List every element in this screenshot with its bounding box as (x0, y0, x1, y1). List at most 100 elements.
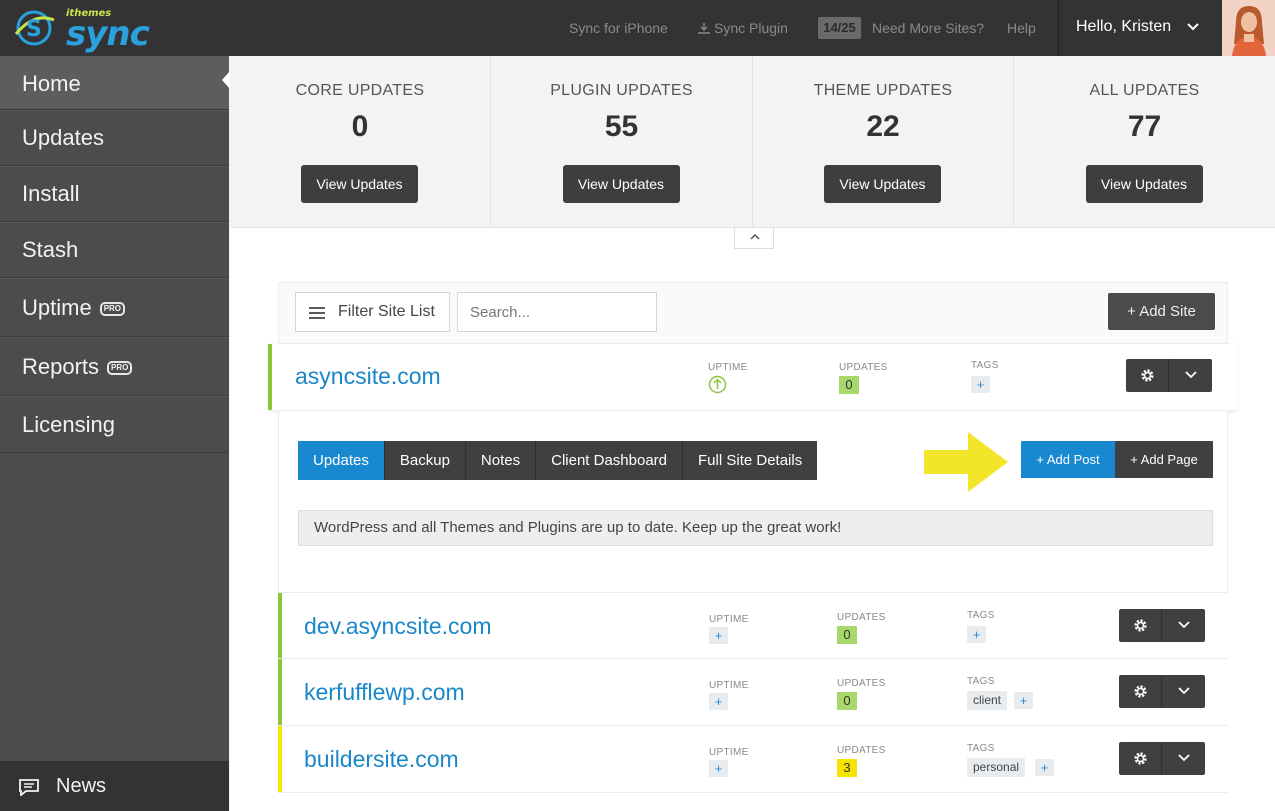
site-row-dev-asyncsite[interactable]: dev.asyncsite.com UPTIME + UPDATES 0 TAG… (278, 592, 1228, 659)
sidebar-item-reports[interactable]: Reports PRO (0, 337, 229, 396)
tab-full-site-details[interactable]: Full Site Details (683, 441, 818, 480)
ithemes-sync-logo[interactable]: S ithemes sync (12, 6, 152, 54)
view-updates-button[interactable]: View Updates (1085, 165, 1203, 203)
updates-count[interactable]: 3 (837, 759, 857, 777)
active-item-caret (222, 71, 230, 89)
add-tag-button[interactable]: + (1014, 692, 1033, 709)
sidebar: Home Updates Install Stash Uptime PRO Rep… (0, 56, 229, 811)
settings-button[interactable] (1119, 609, 1162, 642)
site-details-panel (278, 411, 1228, 592)
add-uptime-button[interactable]: + (709, 693, 728, 710)
site-row-buildersite[interactable]: buildersite.com UPTIME + UPDATES 3 TAGS … (278, 726, 1228, 793)
settings-button[interactable] (1126, 359, 1169, 392)
add-uptime-button[interactable]: + (709, 760, 728, 777)
filter-site-list-button[interactable]: Filter Site List (295, 292, 450, 332)
need-more-sites-link[interactable]: Need More Sites? (872, 0, 984, 56)
sidebar-item-label: Install (22, 181, 80, 206)
sync-for-iphone-link[interactable]: Sync for iPhone (569, 0, 668, 56)
download-icon (698, 23, 710, 34)
site-row-kerfufflewp[interactable]: kerfufflewp.com UPTIME + UPDATES 0 TAGS … (278, 659, 1228, 726)
gear-icon (1141, 369, 1154, 382)
stat-theme-updates: THEME UPDATES 22 View Updates (753, 56, 1014, 228)
settings-button[interactable] (1119, 742, 1162, 775)
status-notice: WordPress and all Themes and Plugins are… (298, 510, 1213, 546)
chevron-down-icon[interactable] (1178, 754, 1190, 762)
sidebar-item-updates[interactable]: Updates (0, 110, 229, 166)
view-updates-button[interactable]: View Updates (824, 165, 941, 203)
sidebar-item-licensing[interactable]: Licensing (0, 396, 229, 453)
add-page-button[interactable]: + Add Page (1115, 441, 1213, 478)
tab-notes[interactable]: Notes (465, 441, 537, 480)
tag-chip[interactable]: personal (967, 758, 1026, 777)
news-label: News (56, 775, 107, 797)
updates-count[interactable]: 0 (839, 376, 859, 394)
tag-chip[interactable]: client (967, 691, 1008, 710)
add-site-button[interactable]: + Add Site (1108, 293, 1215, 330)
chevron-down-icon[interactable] (1178, 687, 1190, 695)
chevron-down-icon[interactable] (1178, 621, 1190, 629)
stat-value: 22 (866, 110, 900, 143)
site-quota-badge: 14/25 (818, 17, 861, 39)
header-divider (1058, 0, 1059, 56)
view-updates-button[interactable]: View Updates (562, 165, 680, 203)
updates-count[interactable]: 0 (837, 626, 857, 644)
tab-updates[interactable]: Updates (298, 441, 385, 480)
stat-value: 77 (1127, 110, 1162, 143)
tab-backup[interactable]: Backup (384, 441, 466, 480)
uptime-label: UPTIME (709, 680, 749, 691)
sidebar-item-label: Stash (22, 237, 79, 262)
pro-badge: PRO (99, 302, 126, 316)
top-bar: S ithemes sync Sync for iPhone Sync Plug… (0, 0, 1275, 56)
site-name-link[interactable]: kerfufflewp.com (304, 679, 465, 706)
add-tag-button[interactable]: + (1035, 759, 1054, 776)
site-name-link[interactable]: buildersite.com (304, 746, 459, 773)
site-actions (1126, 359, 1212, 392)
status-bar (278, 593, 282, 658)
user-greeting-menu[interactable]: Hello, Kristen (1076, 0, 1171, 56)
add-post-button[interactable]: + Add Post (1021, 441, 1115, 478)
sidebar-item-label: Reports (22, 354, 100, 379)
sync-plugin-link[interactable]: Sync Plugin (698, 0, 788, 56)
site-actions (1119, 609, 1205, 642)
stat-all-updates: ALL UPDATES 77 View Updates (1014, 56, 1275, 228)
uptime-up-icon (708, 375, 727, 394)
add-tag-button[interactable]: + (971, 376, 990, 393)
sidebar-item-install[interactable]: Install (0, 166, 229, 222)
view-updates-button[interactable]: View Updates (301, 165, 418, 203)
tags-label: TAGS (967, 743, 995, 754)
stat-label: PLUGIN UPDATES (550, 82, 693, 99)
add-uptime-button[interactable]: + (709, 627, 728, 644)
site-detail-tabs: Updates Backup Notes Client Dashboard Fu… (298, 441, 818, 480)
logo-text: sync (66, 14, 150, 54)
news-button[interactable]: News (0, 761, 229, 811)
add-tag-button[interactable]: + (967, 626, 986, 643)
sidebar-item-uptime[interactable]: Uptime PRO (0, 278, 229, 337)
updates-count[interactable]: 0 (837, 692, 857, 710)
filter-label: Filter Site List (338, 303, 435, 320)
search-input[interactable] (457, 292, 657, 332)
sidebar-item-stash[interactable]: Stash (0, 222, 229, 278)
stat-value: 55 (604, 110, 639, 143)
tags-label: TAGS (971, 360, 999, 371)
updates-label: UPDATES (837, 612, 886, 623)
help-link[interactable]: Help (1007, 0, 1036, 56)
chevron-down-icon[interactable] (1185, 371, 1197, 379)
site-row-asyncsite[interactable]: asyncsite.com UPTIME UPDATES 0 TAGS + (268, 344, 1237, 411)
sidebar-item-label: Licensing (22, 412, 115, 437)
sidebar-item-home[interactable]: Home (0, 56, 229, 110)
site-name-link[interactable]: dev.asyncsite.com (304, 613, 491, 640)
chevron-down-icon[interactable] (1186, 22, 1200, 32)
settings-button[interactable] (1119, 675, 1162, 708)
stat-label: ALL UPDATES (1089, 82, 1200, 99)
site-name-link[interactable]: asyncsite.com (295, 363, 441, 390)
avatar[interactable] (1222, 0, 1275, 56)
chevron-up-icon (750, 233, 760, 240)
chat-bubble-icon (19, 779, 39, 796)
tags-label: TAGS (967, 610, 995, 621)
collapse-stats-button[interactable] (734, 228, 774, 249)
update-stats: CORE UPDATES 0 View Updates PLUGIN UPDAT… (230, 56, 1275, 228)
main-content: CORE UPDATES 0 View Updates PLUGIN UPDAT… (230, 56, 1275, 811)
tab-client-dashboard[interactable]: Client Dashboard (536, 441, 684, 480)
updates-label: UPDATES (837, 745, 886, 756)
sync-plugin-label: Sync Plugin (714, 20, 788, 36)
